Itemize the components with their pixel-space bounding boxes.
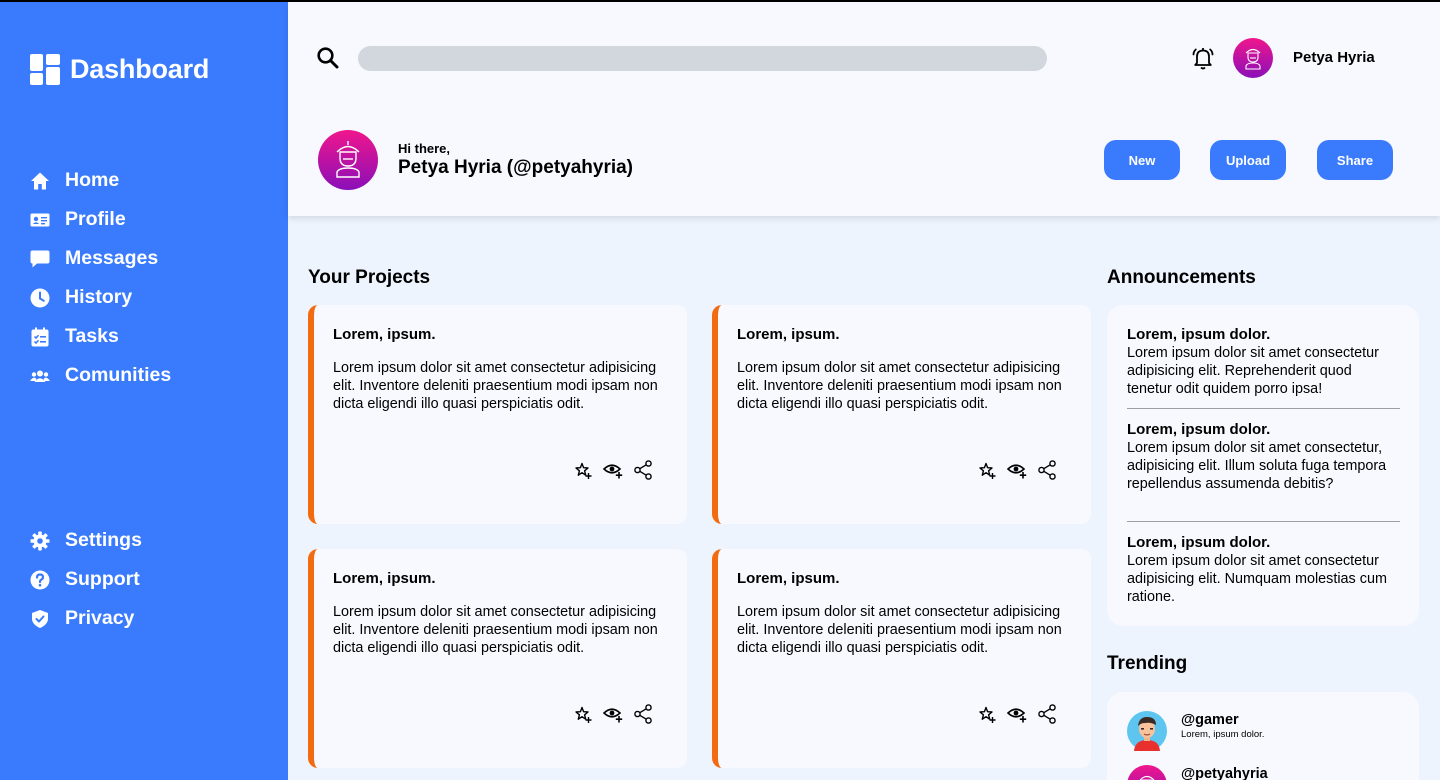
share-icon[interactable]: [633, 704, 653, 724]
shield-icon: [32, 609, 48, 628]
nav-item-home[interactable]: Home: [30, 161, 171, 200]
nav-label: Comunities: [65, 364, 172, 386]
project-card-title: Lorem, ipsum.: [333, 570, 436, 587]
header: Petya Hyria Hi there, Petya Hyria (@pety…: [288, 2, 1440, 216]
project-card-title: Lorem, ipsum.: [333, 326, 436, 343]
star-icon[interactable]: [977, 704, 997, 724]
trending-title: Trending: [1107, 653, 1188, 674]
profile-name: Petya Hyria (@petyahyria): [398, 157, 634, 178]
nav-label: Home: [65, 169, 120, 191]
id-card-icon: [30, 213, 50, 226]
project-card-body: Lorem ipsum dolor sit amet consectetur a…: [333, 604, 658, 656]
announcement-body: Lorem ipsum dolor sit amet consectetur, …: [1127, 440, 1387, 492]
share-icon[interactable]: [1037, 704, 1057, 724]
trending-handle[interactable]: @gamer: [1181, 712, 1239, 728]
announcement-title: Lorem, ipsum dolor.: [1127, 326, 1271, 343]
announcement-title: Lorem, ipsum dolor.: [1127, 534, 1271, 551]
gamer-avatar[interactable]: [1127, 711, 1167, 751]
trending-handle[interactable]: @petyahyria: [1181, 766, 1268, 780]
announcement-body: Lorem ipsum dolor sit amet consectetur a…: [1127, 345, 1379, 397]
nav-label: Settings: [65, 529, 142, 551]
project-card-body: Lorem ipsum dolor sit amet consectetur a…: [737, 604, 1062, 656]
profile-avatar: [318, 130, 378, 190]
watch-icon[interactable]: [602, 704, 623, 724]
star-icon[interactable]: [573, 704, 593, 724]
nav-label: History: [65, 286, 133, 308]
upload-button[interactable]: Upload: [1210, 140, 1286, 180]
announcements-panel: Lorem, ipsum dolor. Lorem ipsum dolor si…: [1107, 305, 1419, 626]
user-name[interactable]: Petya Hyria: [1293, 49, 1375, 66]
nav-label: Profile: [65, 208, 126, 230]
gear-icon: [30, 531, 50, 550]
search-input[interactable]: [358, 46, 1047, 71]
nav-item-communities[interactable]: Comunities: [30, 356, 171, 395]
help-icon: [30, 570, 50, 589]
new-button[interactable]: New: [1104, 140, 1180, 180]
announcement-item[interactable]: Lorem, ipsum dolor. Lorem ipsum dolor si…: [1127, 534, 1400, 606]
trending-panel: @gamer Lorem, ipsum dolor. @petyahyria: [1107, 692, 1419, 780]
share-icon[interactable]: [633, 460, 653, 480]
secondary-nav: Settings Support Privacy: [30, 521, 142, 638]
nav-item-support[interactable]: Support: [30, 560, 142, 599]
nav-item-profile[interactable]: Profile: [30, 200, 171, 239]
trending-text: Lorem, ipsum dolor.: [1181, 729, 1265, 740]
nav-item-tasks[interactable]: Tasks: [30, 317, 171, 356]
project-card[interactable]: Lorem, ipsum. Lorem ipsum dolor sit amet…: [308, 549, 687, 768]
watch-icon[interactable]: [602, 460, 623, 480]
project-card-title: Lorem, ipsum.: [737, 326, 840, 343]
tasks-icon: [31, 327, 49, 346]
projects-title: Your Projects: [308, 267, 431, 288]
star-icon[interactable]: [573, 460, 593, 480]
brand[interactable]: Dashboard: [30, 54, 209, 85]
nav-label: Privacy: [65, 607, 135, 629]
star-icon[interactable]: [977, 460, 997, 480]
users-icon: [30, 370, 50, 382]
project-card-body: Lorem ipsum dolor sit amet consectetur a…: [737, 360, 1062, 412]
nav-item-history[interactable]: History: [30, 278, 171, 317]
announcement-title: Lorem, ipsum dolor.: [1127, 421, 1271, 438]
greeting: Hi there,: [398, 141, 451, 156]
card-actions: [977, 460, 1057, 480]
message-icon: [30, 250, 50, 267]
nav-item-messages[interactable]: Messages: [30, 239, 171, 278]
nav-label: Support: [65, 568, 140, 590]
watch-icon[interactable]: [1006, 460, 1027, 480]
announcements-title: Announcements: [1107, 267, 1256, 288]
project-card-title: Lorem, ipsum.: [737, 570, 840, 587]
project-card[interactable]: Lorem, ipsum. Lorem ipsum dolor sit amet…: [712, 305, 1091, 524]
brand-title: Dashboard: [70, 54, 210, 84]
announcement-item[interactable]: Lorem, ipsum dolor. Lorem ipsum dolor si…: [1127, 326, 1400, 398]
share-button[interactable]: Share: [1317, 140, 1393, 180]
search-icon[interactable]: [316, 46, 340, 70]
avatar[interactable]: [1233, 38, 1273, 78]
announcement-body: Lorem ipsum dolor sit amet consectetur a…: [1127, 553, 1387, 605]
nav-label: Messages: [65, 247, 159, 269]
announcement-item[interactable]: Lorem, ipsum dolor. Lorem ipsum dolor si…: [1127, 421, 1400, 493]
nav-item-settings[interactable]: Settings: [30, 521, 142, 560]
bell-icon[interactable]: [1191, 45, 1215, 71]
user-avatar[interactable]: [1127, 765, 1167, 780]
divider: [1127, 408, 1400, 409]
project-card[interactable]: Lorem, ipsum. Lorem ipsum dolor sit amet…: [308, 305, 687, 524]
card-actions: [573, 460, 653, 480]
dashboard-icon: [30, 54, 60, 85]
top-border: [0, 0, 1440, 2]
card-actions: [573, 704, 653, 724]
nav-label: Tasks: [65, 325, 119, 347]
card-actions: [977, 704, 1057, 724]
home-icon: [31, 172, 49, 189]
divider: [1127, 521, 1400, 522]
project-card[interactable]: Lorem, ipsum. Lorem ipsum dolor sit amet…: [712, 549, 1091, 768]
clock-icon: [30, 288, 50, 307]
sidebar: Dashboard Home Profile Messages History …: [0, 0, 288, 780]
main-nav: Home Profile Messages History Tasks Comu…: [30, 161, 171, 395]
nav-item-privacy[interactable]: Privacy: [30, 599, 142, 638]
project-card-body: Lorem ipsum dolor sit amet consectetur a…: [333, 360, 658, 412]
watch-icon[interactable]: [1006, 704, 1027, 724]
share-icon[interactable]: [1037, 460, 1057, 480]
